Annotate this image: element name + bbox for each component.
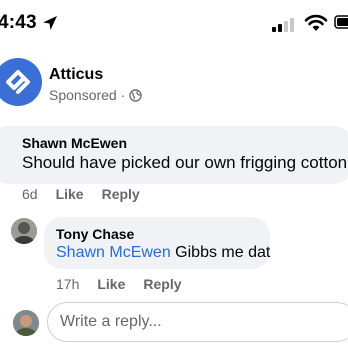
atticus-logo-icon bbox=[0, 58, 42, 106]
status-time: 4:43 bbox=[0, 12, 37, 33]
wifi-icon bbox=[304, 14, 328, 31]
reply-button[interactable]: Reply bbox=[102, 186, 140, 202]
reply-body: Gibbs me dat bbox=[170, 244, 271, 261]
sponsored-label: Sponsored · bbox=[49, 87, 143, 103]
current-user-avatar bbox=[13, 310, 39, 336]
reply-input[interactable] bbox=[47, 302, 348, 342]
reply-text: Shawn McEwen Gibbs me dat bbox=[56, 244, 270, 262]
location-arrow-icon bbox=[43, 16, 57, 30]
avatar-photo bbox=[11, 218, 37, 244]
mention-link[interactable]: Shawn McEwen bbox=[56, 244, 171, 261]
reply-reply-button[interactable]: Reply bbox=[143, 276, 181, 292]
comment-actions: 6d Like Reply bbox=[22, 186, 140, 202]
avatar[interactable] bbox=[11, 218, 37, 244]
current-user-photo bbox=[13, 310, 39, 336]
signal-icon bbox=[272, 18, 294, 32]
reply-age: 17h bbox=[56, 276, 80, 292]
page-name[interactable]: Atticus bbox=[49, 66, 103, 84]
comment-age: 6d bbox=[22, 186, 38, 202]
reply-actions: 17h Like Reply bbox=[56, 276, 182, 292]
globe-icon[interactable] bbox=[129, 88, 143, 102]
comment-text: Should have picked our own frigging cott… bbox=[22, 153, 348, 172]
comment-author[interactable]: Shawn McEwen bbox=[22, 135, 127, 151]
sponsored-text: Sponsored · bbox=[49, 87, 126, 103]
reply-like-button[interactable]: Like bbox=[97, 276, 125, 292]
like-button[interactable]: Like bbox=[56, 186, 84, 202]
reply-author[interactable]: Tony Chase bbox=[56, 226, 134, 242]
battery-icon bbox=[334, 15, 348, 29]
